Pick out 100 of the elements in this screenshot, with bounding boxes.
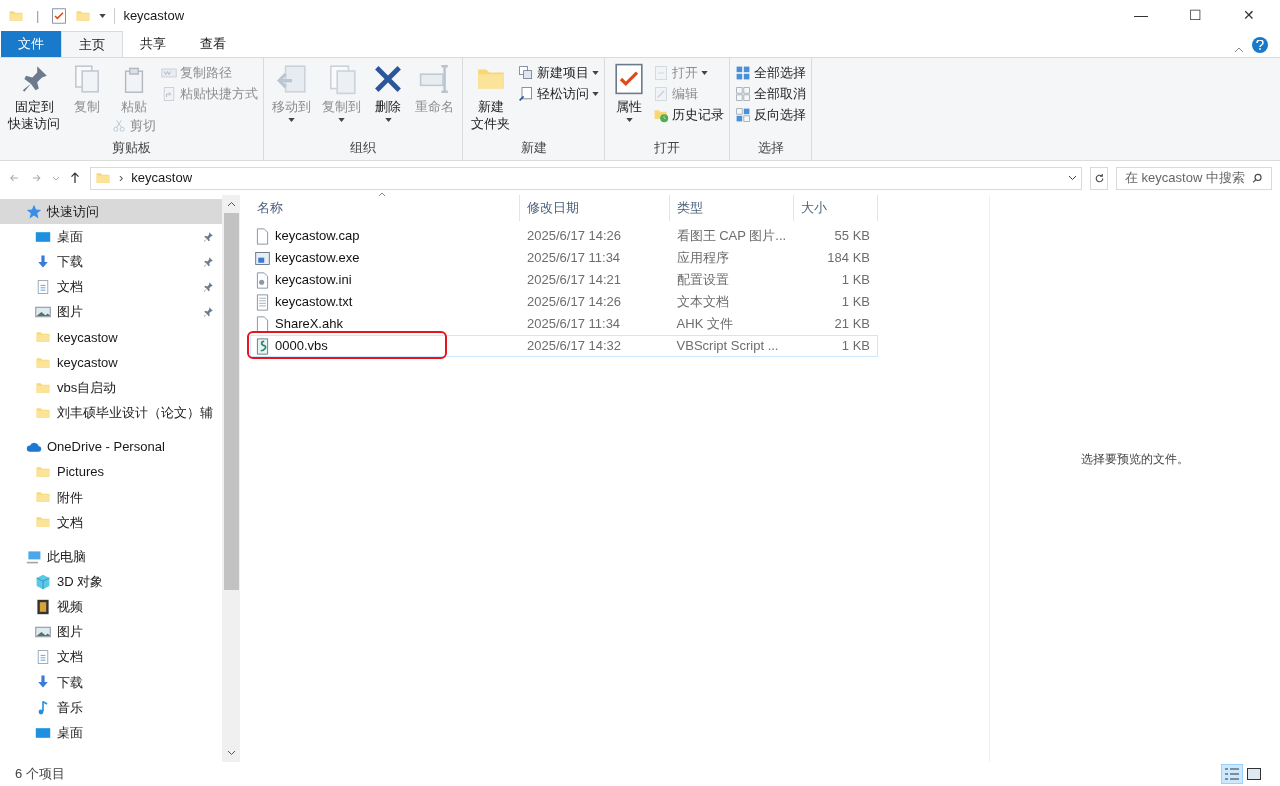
ribbon-button[interactable]: 固定到 快速访问 — [3, 58, 65, 132]
group-label: 新建 — [520, 139, 547, 157]
sidebar-item[interactable]: 图片 — [0, 619, 222, 645]
application-icon — [254, 249, 271, 267]
select-all-icon — [735, 64, 751, 81]
move-icon — [275, 63, 308, 95]
sidebar-item[interactable]: 文档 — [0, 644, 222, 670]
properties-icon — [51, 7, 68, 24]
file-row[interactable]: keycastow.txt 2025/6/17 14:26 文本文档 1 KB — [250, 291, 878, 313]
sidebar-item[interactable]: 文档 — [0, 274, 222, 300]
document-icon — [35, 278, 51, 295]
table-cell-text: AHK 文件 — [675, 315, 734, 334]
recent-locations-icon[interactable] — [52, 175, 60, 181]
ribbon-button[interactable]: 历史记录 — [651, 104, 726, 125]
computer-icon — [26, 548, 42, 565]
select-none-icon — [735, 85, 751, 102]
sidebar-item[interactable]: 图片 — [0, 299, 222, 325]
minimize-button[interactable]: — — [1118, 0, 1164, 31]
file-name: ShareX.ahk — [275, 315, 343, 334]
sidebar-item[interactable]: 文档 — [0, 509, 222, 536]
ribbon-button[interactable]: 新建 文件夹 — [466, 58, 515, 132]
close-button[interactable]: ✕ — [1226, 0, 1272, 31]
up-arrow-icon[interactable] — [68, 171, 82, 185]
dropdown-icon[interactable] — [1068, 175, 1078, 181]
sidebar-item[interactable]: 刘丰硕毕业设计（论文）辅 — [0, 400, 222, 426]
sidebar-item[interactable]: 附件 — [0, 484, 222, 510]
invert-selection-icon — [735, 106, 751, 123]
help-icon[interactable] — [1252, 37, 1268, 53]
file-name: keycastow.cap — [275, 227, 360, 246]
table-cell-text: VBScript Script ... — [675, 337, 780, 356]
column-header[interactable]: 名称 — [250, 195, 520, 221]
refresh-icon — [1093, 172, 1105, 184]
table-cell-text: 2025/6/17 11:34 — [526, 315, 622, 334]
open-icon — [653, 64, 669, 81]
sidebar-section[interactable]: 快速访问 — [0, 199, 222, 224]
table-cell-text: 2025/6/17 14:21 — [526, 271, 623, 290]
sidebar-item[interactable]: Pictures — [0, 459, 222, 485]
scroll-up-icon[interactable] — [226, 201, 236, 207]
shortcut-icon — [161, 85, 177, 102]
table-cell-text: 2025/6/17 14:32 — [526, 337, 623, 356]
search-field[interactable]: 在 keycastow 中搜索 — [1116, 166, 1272, 190]
group-label: 打开 — [654, 139, 680, 157]
toolbar-separator: | — [36, 6, 40, 25]
column-header[interactable]: 修改日期 — [520, 195, 670, 221]
sidebar-item[interactable]: 桌面 — [0, 720, 222, 746]
ribbon-button[interactable]: 新建项目 — [516, 62, 601, 83]
file-name: keycastow.ini — [275, 271, 352, 290]
ribbon-tab[interactable]: 文件 — [1, 31, 61, 57]
table-cell-text: 1 KB — [840, 271, 871, 290]
script-file-icon — [254, 337, 271, 355]
file-row[interactable]: ShareX.ahk 2025/6/17 11:34 AHK 文件 21 KB — [250, 313, 878, 335]
ribbon-tab[interactable]: 共享 — [123, 31, 183, 57]
ribbon-tab[interactable]: 查看 — [183, 31, 243, 57]
caret-icon — [99, 13, 107, 18]
file-row[interactable]: keycastow.exe 2025/6/17 11:34 应用程序 184 KB — [250, 247, 878, 269]
sidebar-item[interactable]: 桌面 — [0, 224, 222, 250]
edit-icon — [653, 85, 669, 102]
file-icon — [254, 227, 271, 245]
file-name: keycastow.exe — [275, 249, 360, 268]
sidebar-item[interactable]: vbs自启动 — [0, 375, 222, 401]
ribbon-button[interactable]: 全部取消 — [733, 83, 808, 104]
file-row[interactable]: keycastow.cap 2025/6/17 14:26 看图王 CAP 图片... 55 KB — [250, 225, 878, 247]
scrollbar[interactable] — [222, 195, 240, 762]
sidebar-item[interactable]: 3D 对象 — [0, 569, 222, 595]
search-icon — [1252, 172, 1263, 184]
ribbon-button[interactable]: 删除 — [367, 58, 409, 122]
window-title: keycastow — [123, 6, 185, 25]
table-cell-text: 21 KB — [833, 315, 871, 334]
ribbon-button[interactable]: 轻松访问 — [516, 83, 601, 104]
file-row[interactable]: keycastow.ini 2025/6/17 14:21 配置设置 1 KB — [250, 269, 878, 291]
sidebar-section[interactable]: 此电脑 — [0, 544, 222, 570]
text-file-icon — [254, 293, 271, 311]
sidebar-item[interactable]: keycastow — [0, 324, 222, 350]
star-icon — [26, 203, 42, 220]
scroll-down-icon[interactable] — [226, 750, 236, 756]
refresh-button[interactable] — [1090, 166, 1108, 190]
group-label: 组织 — [350, 139, 376, 157]
ribbon-button[interactable]: 属性 — [608, 58, 650, 122]
ribbon-tab[interactable]: 主页 — [61, 31, 123, 57]
table-cell-text: 应用程序 — [675, 249, 730, 268]
column-header[interactable]: 大小 — [794, 195, 878, 221]
table-cell-text: 184 KB — [826, 249, 871, 268]
sidebar-section[interactable]: OneDrive - Personal — [0, 434, 222, 460]
file-name: 0000.vbs — [275, 337, 328, 356]
breadcrumb-separator[interactable]: › — [119, 168, 124, 188]
sidebar-item[interactable]: 下载 — [0, 669, 222, 695]
sidebar-item[interactable]: keycastow — [0, 349, 222, 376]
ribbon-button[interactable]: 全部选择 — [733, 62, 808, 83]
sidebar-item[interactable]: 视频 — [0, 594, 222, 620]
group-label: 剪贴板 — [112, 139, 151, 157]
cube-icon — [35, 573, 51, 590]
maximize-button[interactable]: ☐ — [1172, 0, 1218, 31]
table-cell-text: 配置设置 — [675, 271, 730, 290]
column-header[interactable]: 类型 — [670, 195, 794, 221]
ribbon-button[interactable]: 反向选择 — [733, 104, 808, 125]
sidebar-item[interactable]: 下载 — [0, 249, 222, 275]
breadcrumb-item[interactable]: keycastow — [131, 168, 193, 188]
collapse-ribbon-icon[interactable] — [1234, 47, 1244, 53]
sidebar-item[interactable]: 音乐 — [0, 695, 222, 721]
address-field[interactable]: › keycastow — [90, 166, 1083, 190]
